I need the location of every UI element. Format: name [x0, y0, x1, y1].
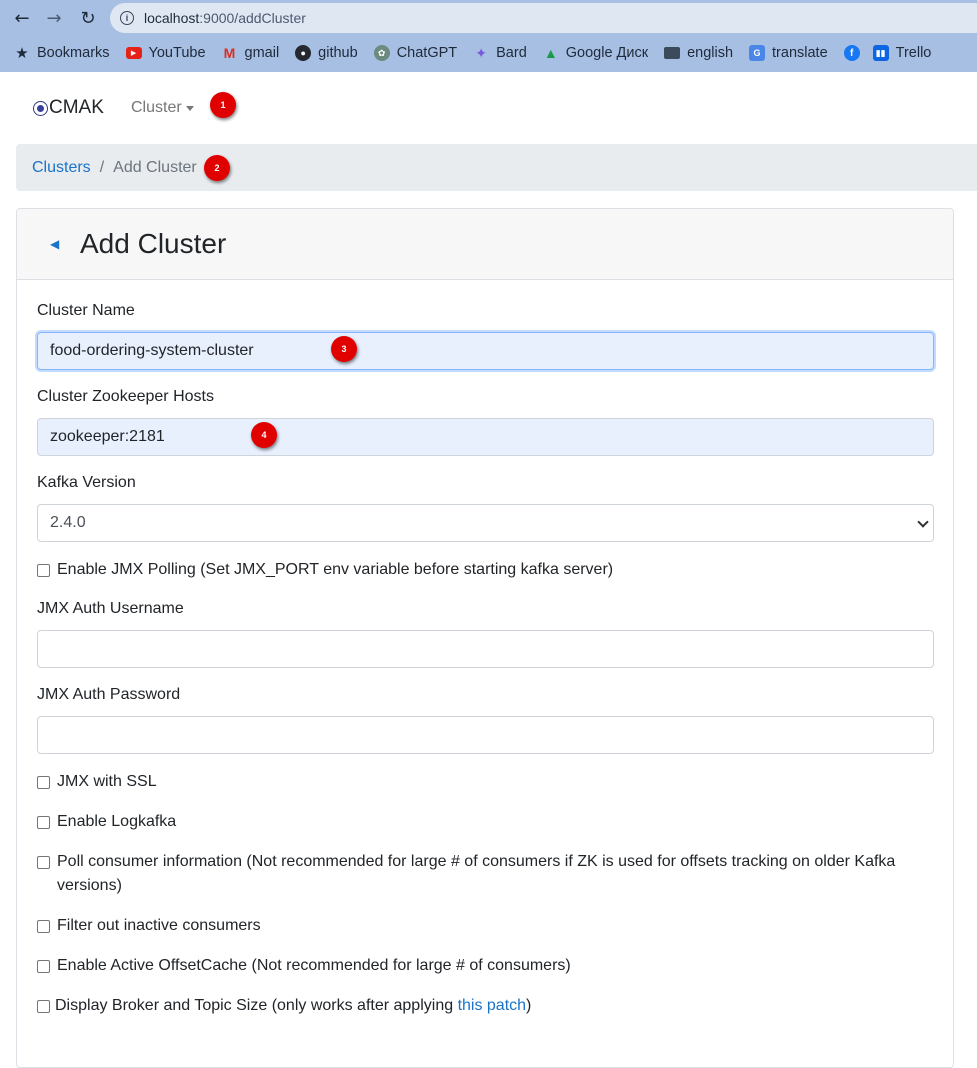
google-drive-icon: ▲ [543, 45, 558, 61]
annotation-marker-4: 4 [251, 422, 277, 448]
chatgpt-icon: ✿ [373, 45, 390, 61]
youtube-icon: ▶ [125, 47, 142, 59]
translate-icon: G [749, 45, 766, 61]
this-patch-link[interactable]: this patch [458, 997, 526, 1014]
app-navbar: CMAK Cluster 1 [0, 72, 977, 142]
back-arrow-icon[interactable]: ← [10, 6, 34, 30]
kafka-version-selected: 2.4.0 [50, 514, 86, 531]
cluster-dropdown[interactable]: Cluster [131, 99, 194, 117]
bookmark-facebook[interactable]: f [843, 45, 867, 61]
breadcrumb-clusters-link[interactable]: Clusters [32, 159, 91, 177]
site-info-icon[interactable]: i [120, 11, 134, 25]
cluster-name-input[interactable] [37, 332, 934, 370]
page-title: Add Cluster [80, 228, 227, 259]
bookmark-trello[interactable]: ▮▮ Trello [872, 45, 932, 61]
bookmark-google-drive[interactable]: ▲ Google Диск [543, 45, 648, 61]
gmail-icon: M [223, 45, 236, 61]
facebook-icon: f [843, 45, 860, 61]
display-size-row: Display Broker and Topic Size (only work… [37, 994, 531, 1018]
active-offset-cache-row: Enable Active OffsetCache (Not recommend… [37, 954, 571, 978]
breadcrumb-separator: / [99, 158, 105, 176]
bookmark-chatgpt[interactable]: ✿ ChatGPT [373, 45, 458, 61]
kafka-version-label: Kafka Version [37, 474, 136, 491]
arrow-left-icon[interactable]: ◀ [50, 237, 70, 251]
url-host: localhost [144, 10, 200, 26]
bookmark-label: Trello [895, 45, 932, 61]
bookmark-label: Google Диск [565, 45, 649, 61]
enable-jmx-label: Enable JMX Polling (Set JMX_PORT env var… [57, 561, 614, 578]
url-text: localhost:9000/addCluster [144, 10, 306, 26]
trello-icon: ▮▮ [872, 45, 889, 61]
bookmark-label: Bookmarks [37, 45, 110, 61]
breadcrumb: Clusters / Add Cluster [16, 144, 977, 191]
filter-inactive-row: Filter out inactive consumers [37, 914, 261, 938]
enable-logkafka-row: Enable Logkafka [37, 810, 176, 834]
display-size-text: Display Broker and Topic Size (only work… [55, 997, 458, 1014]
cluster-name-label: Cluster Name [37, 302, 135, 319]
annotation-marker-2: 2 [204, 155, 230, 181]
kafka-version-select[interactable]: 2.4.0 [37, 504, 934, 542]
annotation-marker-1: 1 [210, 92, 236, 118]
display-size-suffix: ) [526, 997, 532, 1014]
jmx-user-input[interactable] [37, 630, 934, 668]
cluster-dropdown-label: Cluster [131, 99, 182, 116]
bard-icon: ✦ [475, 44, 487, 61]
enable-jmx-checkbox[interactable] [37, 564, 50, 577]
enable-logkafka-label: Enable Logkafka [57, 813, 177, 830]
display-size-label: Display Broker and Topic Size (only work… [55, 994, 531, 1018]
browser-toolbar: ← → ↻ i localhost:9000/addCluster ★ Book… [0, 0, 977, 72]
active-offset-cache-label: Enable Active OffsetCache (Not recommend… [57, 957, 571, 974]
poll-consumer-checkbox[interactable] [37, 856, 50, 869]
jmx-pass-label: JMX Auth Password [37, 686, 181, 703]
cmak-logo-icon [33, 100, 48, 116]
caret-down-icon [185, 105, 194, 111]
bookmark-label: YouTube [148, 45, 206, 61]
folder-icon [664, 47, 681, 59]
jmx-ssl-label: JMX with SSL [57, 773, 157, 790]
add-cluster-card: ◀ Add Cluster Cluster Name Cluster Zooke… [16, 208, 954, 1068]
forward-arrow-icon[interactable]: → [42, 6, 66, 30]
bookmark-label: Bard [496, 45, 527, 61]
enable-logkafka-checkbox[interactable] [37, 816, 50, 829]
card-header: ◀ Add Cluster [17, 209, 953, 280]
bookmark-bookmarks[interactable]: ★ Bookmarks [14, 45, 110, 62]
poll-consumer-label: Poll consumer information (Not recommend… [57, 853, 896, 894]
bookmark-label: english [687, 45, 734, 61]
bookmark-youtube[interactable]: ▶ YouTube [125, 45, 206, 61]
bookmark-bard[interactable]: ✦ Bard [473, 44, 527, 62]
star-icon: ★ [15, 45, 29, 62]
breadcrumb-current: Add Cluster [113, 158, 197, 176]
filter-inactive-label: Filter out inactive consumers [57, 917, 261, 934]
bookmark-github[interactable]: ● github [295, 45, 358, 61]
display-size-checkbox[interactable] [37, 1000, 50, 1013]
bookmark-translate[interactable]: G translate [749, 45, 828, 61]
enable-jmx-row: Enable JMX Polling (Set JMX_PORT env var… [37, 558, 613, 582]
bookmark-english[interactable]: english [664, 45, 733, 61]
github-icon: ● [295, 45, 312, 61]
bookmark-label: github [318, 45, 358, 61]
filter-inactive-checkbox[interactable] [37, 920, 50, 933]
browser-nav-row: ← → ↻ i localhost:9000/addCluster [0, 0, 977, 36]
address-bar[interactable]: i localhost:9000/addCluster [110, 3, 977, 33]
reload-icon[interactable]: ↻ [76, 6, 100, 30]
poll-consumer-row: Poll consumer information (Not recommend… [37, 850, 927, 898]
url-path: :9000/addCluster [199, 10, 306, 26]
brand-link[interactable]: CMAK [33, 97, 104, 119]
brand-text: CMAK [49, 97, 104, 118]
jmx-ssl-checkbox[interactable] [37, 776, 50, 789]
active-offset-cache-checkbox[interactable] [37, 960, 50, 973]
chevron-down-icon [917, 516, 929, 528]
bookmark-label: translate [772, 45, 828, 61]
jmx-pass-input[interactable] [37, 716, 934, 754]
jmx-ssl-row: JMX with SSL [37, 770, 157, 794]
bookmark-gmail[interactable]: M gmail [222, 45, 280, 61]
zk-hosts-input[interactable] [37, 418, 934, 456]
bookmark-label: gmail [244, 45, 280, 61]
bookmark-label: ChatGPT [396, 45, 458, 61]
bookmarks-bar: ★ Bookmarks ▶ YouTube M gmail ● github ✿… [0, 38, 977, 68]
annotation-marker-3: 3 [331, 336, 357, 362]
zk-hosts-label: Cluster Zookeeper Hosts [37, 388, 214, 405]
jmx-user-label: JMX Auth Username [37, 600, 184, 617]
